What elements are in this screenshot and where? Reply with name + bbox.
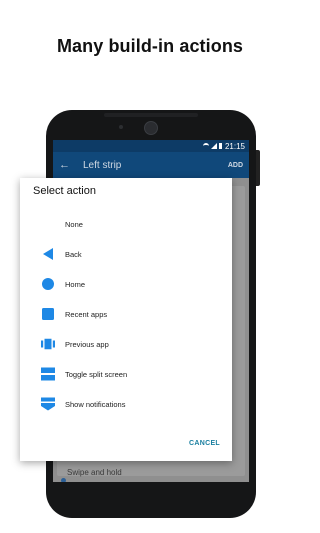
option-previous-app[interactable]: Previous app: [20, 331, 232, 357]
recent-square-icon: [41, 307, 55, 321]
option-label: Previous app: [65, 339, 109, 349]
list-item-icon: [61, 478, 66, 482]
add-button[interactable]: ADD: [228, 162, 243, 169]
split-screen-icon: [41, 367, 55, 381]
option-home[interactable]: Home: [20, 271, 232, 297]
back-arrow-icon[interactable]: ←: [59, 159, 73, 171]
list-item-swipe-and-hold[interactable]: Swipe and hold: [67, 468, 122, 477]
notifications-pulldown-icon: [41, 397, 55, 411]
speaker-grille: [104, 113, 198, 117]
option-none[interactable]: None: [20, 211, 232, 237]
status-bar: 21:15: [53, 140, 249, 152]
proximity-sensor: [119, 125, 123, 129]
option-label: Back: [65, 249, 82, 259]
status-icons: [202, 142, 222, 150]
option-toggle-split-screen[interactable]: Toggle split screen: [20, 361, 232, 387]
front-camera: [144, 121, 158, 135]
previous-app-icon: [41, 337, 55, 351]
cancel-button[interactable]: CANCEL: [189, 440, 220, 447]
app-bar-title: Left strip: [83, 159, 122, 171]
headline: Many build-in actions: [56, 36, 244, 56]
option-show-notifications[interactable]: Show notifications: [20, 391, 232, 417]
back-triangle-icon: [41, 247, 55, 261]
option-label: Show notifications: [65, 399, 126, 409]
option-back[interactable]: Back: [20, 241, 232, 267]
status-time: 21:15: [224, 141, 245, 151]
wifi-icon: [202, 142, 209, 150]
option-label: Home: [65, 279, 86, 289]
home-circle-icon: [41, 277, 55, 291]
select-action-dialog: Select action None Back Home Recent apps…: [20, 178, 232, 461]
signal-icon: [210, 143, 217, 149]
app-bar: ← Left strip ADD: [53, 152, 249, 178]
option-label: Recent apps: [65, 309, 108, 319]
option-label: None: [65, 219, 83, 229]
option-label: Toggle split screen: [65, 369, 128, 379]
battery-icon: [218, 143, 222, 149]
option-recent-apps[interactable]: Recent apps: [20, 301, 232, 327]
dialog-title: Select action: [33, 185, 96, 197]
